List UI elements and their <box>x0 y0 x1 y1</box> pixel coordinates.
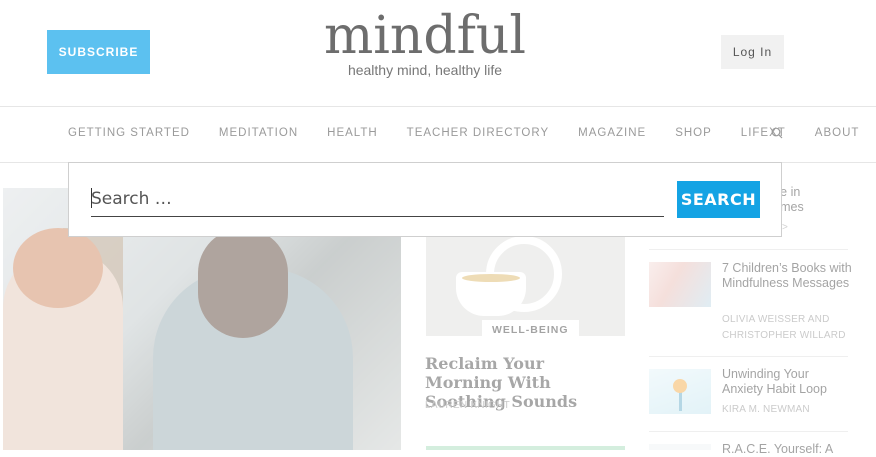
nav-item-about[interactable]: ABOUT <box>815 127 860 139</box>
search-input[interactable] <box>91 182 664 217</box>
nav-item-magazine[interactable]: MAGAZINE <box>578 127 646 139</box>
sidebar-item-author[interactable]: OLIVIA WEISSER AND CHRISTOPHER WILLARD <box>722 312 852 344</box>
sidebar-divider <box>649 431 848 432</box>
sidebar-thumbnail[interactable] <box>649 444 711 450</box>
nav-item-shop[interactable]: SHOP <box>675 127 712 139</box>
sidebar-item-title[interactable]: Unwinding Your Anxiety Habit Loop <box>722 367 852 397</box>
nav-item-meditation[interactable]: MEDITATION <box>219 127 298 139</box>
logo-wordmark: mindful <box>323 6 527 66</box>
nav-item-getting-started[interactable]: GETTING STARTED <box>68 127 190 139</box>
plant-stem <box>679 391 682 411</box>
sidebar-divider <box>649 249 848 250</box>
search-icon[interactable] <box>771 127 783 139</box>
sidebar-divider <box>649 356 848 357</box>
text-caret <box>91 188 92 208</box>
sidebar-item-title[interactable]: 7 Children’s Books with Mindfulness Mess… <box>722 261 852 291</box>
plant-flower <box>673 379 687 393</box>
main-nav: GETTING STARTED MEDITATION HEALTH TEACHE… <box>68 127 859 139</box>
site-logo[interactable]: mindful healthy mind, healthy life <box>300 6 550 78</box>
tea-surface <box>462 274 520 282</box>
subscribe-button[interactable]: SUBSCRIBE <box>47 30 150 74</box>
next-article-image[interactable] <box>426 446 625 450</box>
sidebar-thumbnail[interactable] <box>649 262 711 307</box>
article-author[interactable]: LAUREN KNIGHT <box>425 400 510 411</box>
nav-item-health[interactable]: HEALTH <box>327 127 378 139</box>
hero-figure-right-head <box>198 228 288 338</box>
header-divider <box>0 106 876 107</box>
search-submit-button[interactable]: SEARCH <box>677 181 760 218</box>
login-button[interactable]: Log In <box>721 35 784 69</box>
sidebar-partial-arrow: > <box>782 222 788 233</box>
article-category-tag[interactable]: WELL-BEING <box>482 320 579 340</box>
hero-figure-left-hair <box>13 228 103 308</box>
sidebar-thumbnail[interactable] <box>649 369 711 414</box>
nav-item-teacher-directory[interactable]: TEACHER DIRECTORY <box>407 127 549 139</box>
sidebar-item-author[interactable]: KIRA M. NEWMAN <box>722 402 852 418</box>
